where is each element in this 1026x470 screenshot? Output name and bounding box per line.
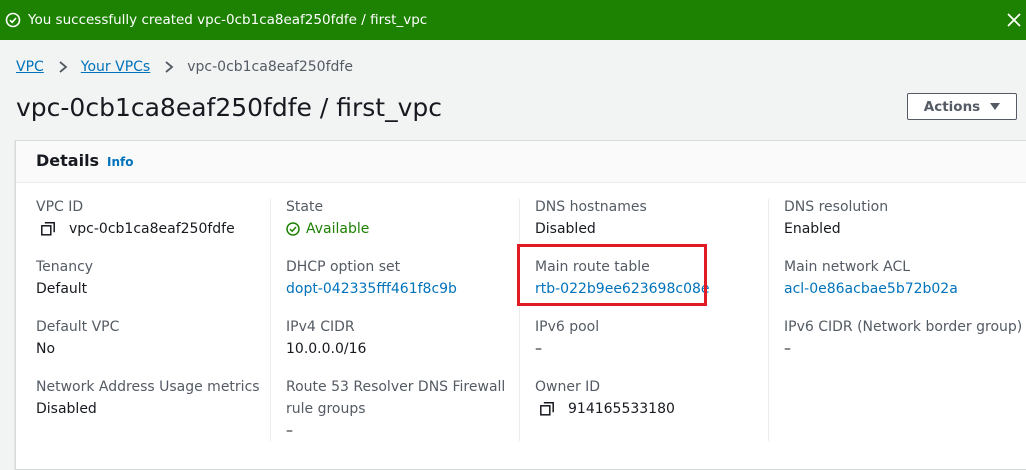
state-value: Available [306,221,370,237]
flash-message: You successfully created vpc-0cb1ca8eaf2… [28,12,428,28]
ipv4-cidr-value: 10.0.0.0/16 [286,341,367,357]
status-available-icon [286,222,300,236]
details-heading: Details [36,151,100,170]
ipv6-pool-label: IPv6 pool [535,319,600,335]
success-check-icon [5,12,21,28]
nau-value: Disabled [36,401,97,417]
field-nau-metrics: Network Address Usage metrics Disabled [36,376,260,420]
field-vpc-id: VPC ID vpc-0cb1ca8eaf250fdfe [36,196,235,240]
actions-button[interactable]: Actions [907,93,1017,120]
dhcp-link[interactable]: dopt-042335fff461f8c9b [286,278,457,300]
breadcrumb-vpc[interactable]: VPC [16,57,44,77]
field-dns-resolution: DNS resolution Enabled [784,196,888,240]
field-default-vpc: Default VPC No [36,316,119,360]
dns-resolution-value: Enabled [784,221,841,237]
main-acl-label: Main network ACL [784,259,911,275]
dns-hostnames-label: DNS hostnames [535,199,647,215]
r53-label-line1: Route 53 Resolver DNS Firewall [286,379,506,395]
field-main-acl: Main network ACL acl-0e86acbae5b72b02a [784,256,958,300]
details-header: Details Info [16,141,1026,183]
default-vpc-value: No [36,341,56,357]
field-ipv6-pool: IPv6 pool – [535,316,599,360]
copy-icon[interactable] [540,402,554,416]
default-vpc-label: Default VPC [36,319,120,335]
nau-label: Network Address Usage metrics [36,379,260,395]
ipv6-cidr-value: – [784,341,791,357]
breadcrumb: VPC Your VPCs vpc-0cb1ca8eaf250fdfe [16,57,353,77]
r53-label-line2: rule groups [286,401,366,417]
owner-id-value: 914165533180 [568,401,675,417]
chevron-right-icon [165,61,174,73]
dhcp-label: DHCP option set [286,259,401,275]
state-label: State [286,199,324,215]
caret-down-icon [990,102,1001,110]
field-owner-id: Owner ID 914165533180 [535,376,675,420]
column-divider [768,199,769,441]
field-ipv6-cidr: IPv6 CIDR (Network border group) – [784,316,1022,360]
dns-resolution-label: DNS resolution [784,199,889,215]
actions-label: Actions [923,98,981,115]
field-r53-firewall: Route 53 Resolver DNS Firewall rule grou… [286,376,505,442]
breadcrumb-current: vpc-0cb1ca8eaf250fdfe [187,59,353,75]
r53-value: – [286,423,293,439]
ipv6-pool-value: – [535,341,542,357]
owner-id-label: Owner ID [535,379,601,395]
info-link[interactable]: Info [107,155,133,169]
ipv4-cidr-label: IPv4 CIDR [286,319,355,335]
field-tenancy: Tenancy Default [36,256,93,300]
column-divider [270,199,271,441]
tenancy-label: Tenancy [36,259,94,275]
field-dns-hostnames: DNS hostnames Disabled [535,196,647,240]
breadcrumb-your-vpcs[interactable]: Your VPCs [81,57,150,77]
highlight-box [517,244,707,306]
chevron-right-icon [59,61,68,73]
vpc-id-label: VPC ID [36,199,84,215]
copy-icon[interactable] [41,222,55,236]
main-acl-link[interactable]: acl-0e86acbae5b72b02a [784,278,958,300]
field-state: State Available [286,196,369,240]
field-dhcp: DHCP option set dopt-042335fff461f8c9b [286,256,457,300]
column-divider [519,199,520,441]
page-title: vpc-0cb1ca8eaf250fdfe / first_vpc [16,93,442,122]
tenancy-value: Default [36,281,88,297]
field-ipv4-cidr: IPv4 CIDR 10.0.0.0/16 [286,316,366,360]
success-flash-bar: You successfully created vpc-0cb1ca8eaf2… [0,0,1026,40]
dns-hostnames-value: Disabled [535,221,596,237]
close-icon[interactable] [1004,10,1024,30]
vpc-id-value: vpc-0cb1ca8eaf250fdfe [69,221,235,237]
ipv6-cidr-label: IPv6 CIDR (Network border group) [784,319,1023,335]
